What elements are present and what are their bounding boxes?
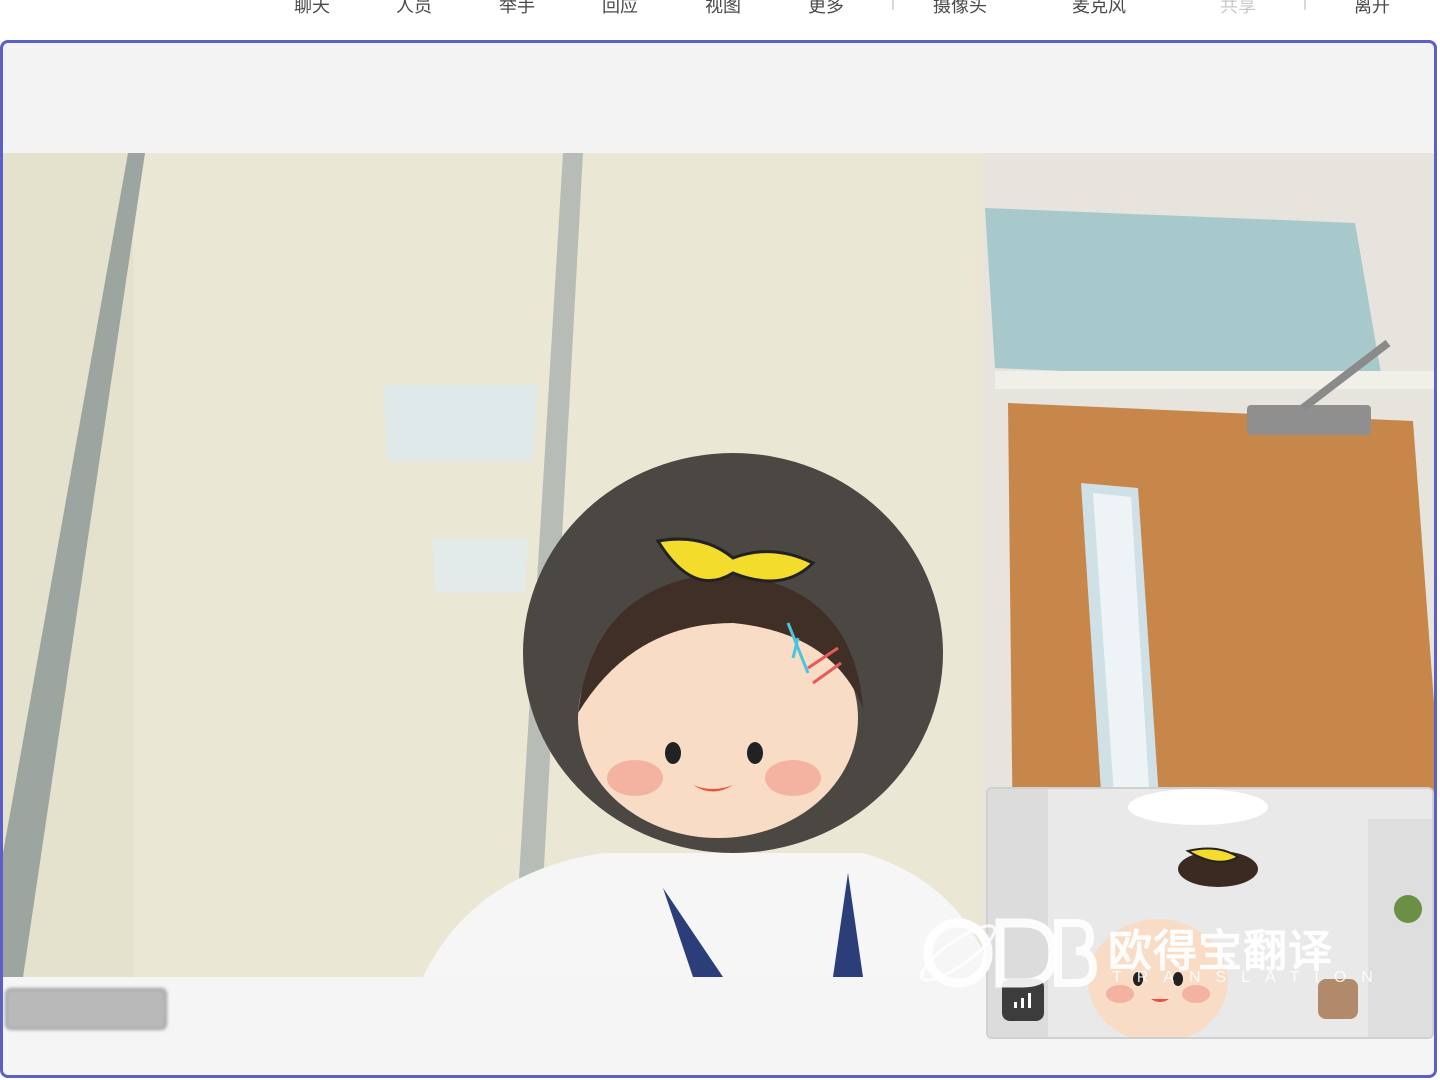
toolbar-divider (1304, 0, 1306, 10)
call-health-button[interactable] (1002, 979, 1044, 1021)
people-button[interactable]: 人员 (396, 0, 432, 18)
meeting-toolbar: 聊天 人员 举手 回应 视图 更多 摄像头 麦克风 共享 离开 (0, 0, 1440, 40)
chat-button[interactable]: 聊天 (294, 0, 330, 18)
share-button[interactable]: 共享 (1220, 0, 1256, 18)
react-button[interactable]: 回应 (602, 0, 638, 18)
signal-bars-icon (1014, 993, 1031, 1008)
self-video-frame (988, 789, 1432, 1037)
view-button[interactable]: 视图 (705, 0, 741, 18)
participant-name-tag (5, 988, 167, 1030)
leave-button[interactable]: 离开 (1354, 0, 1390, 18)
mic-button[interactable]: 麦克风 (1072, 0, 1126, 18)
toolbar-divider (892, 0, 894, 10)
camera-button[interactable]: 摄像头 (933, 0, 987, 18)
self-view-video[interactable] (986, 787, 1434, 1039)
raise-hand-button[interactable]: 举手 (499, 0, 535, 18)
more-button[interactable]: 更多 (808, 0, 844, 18)
